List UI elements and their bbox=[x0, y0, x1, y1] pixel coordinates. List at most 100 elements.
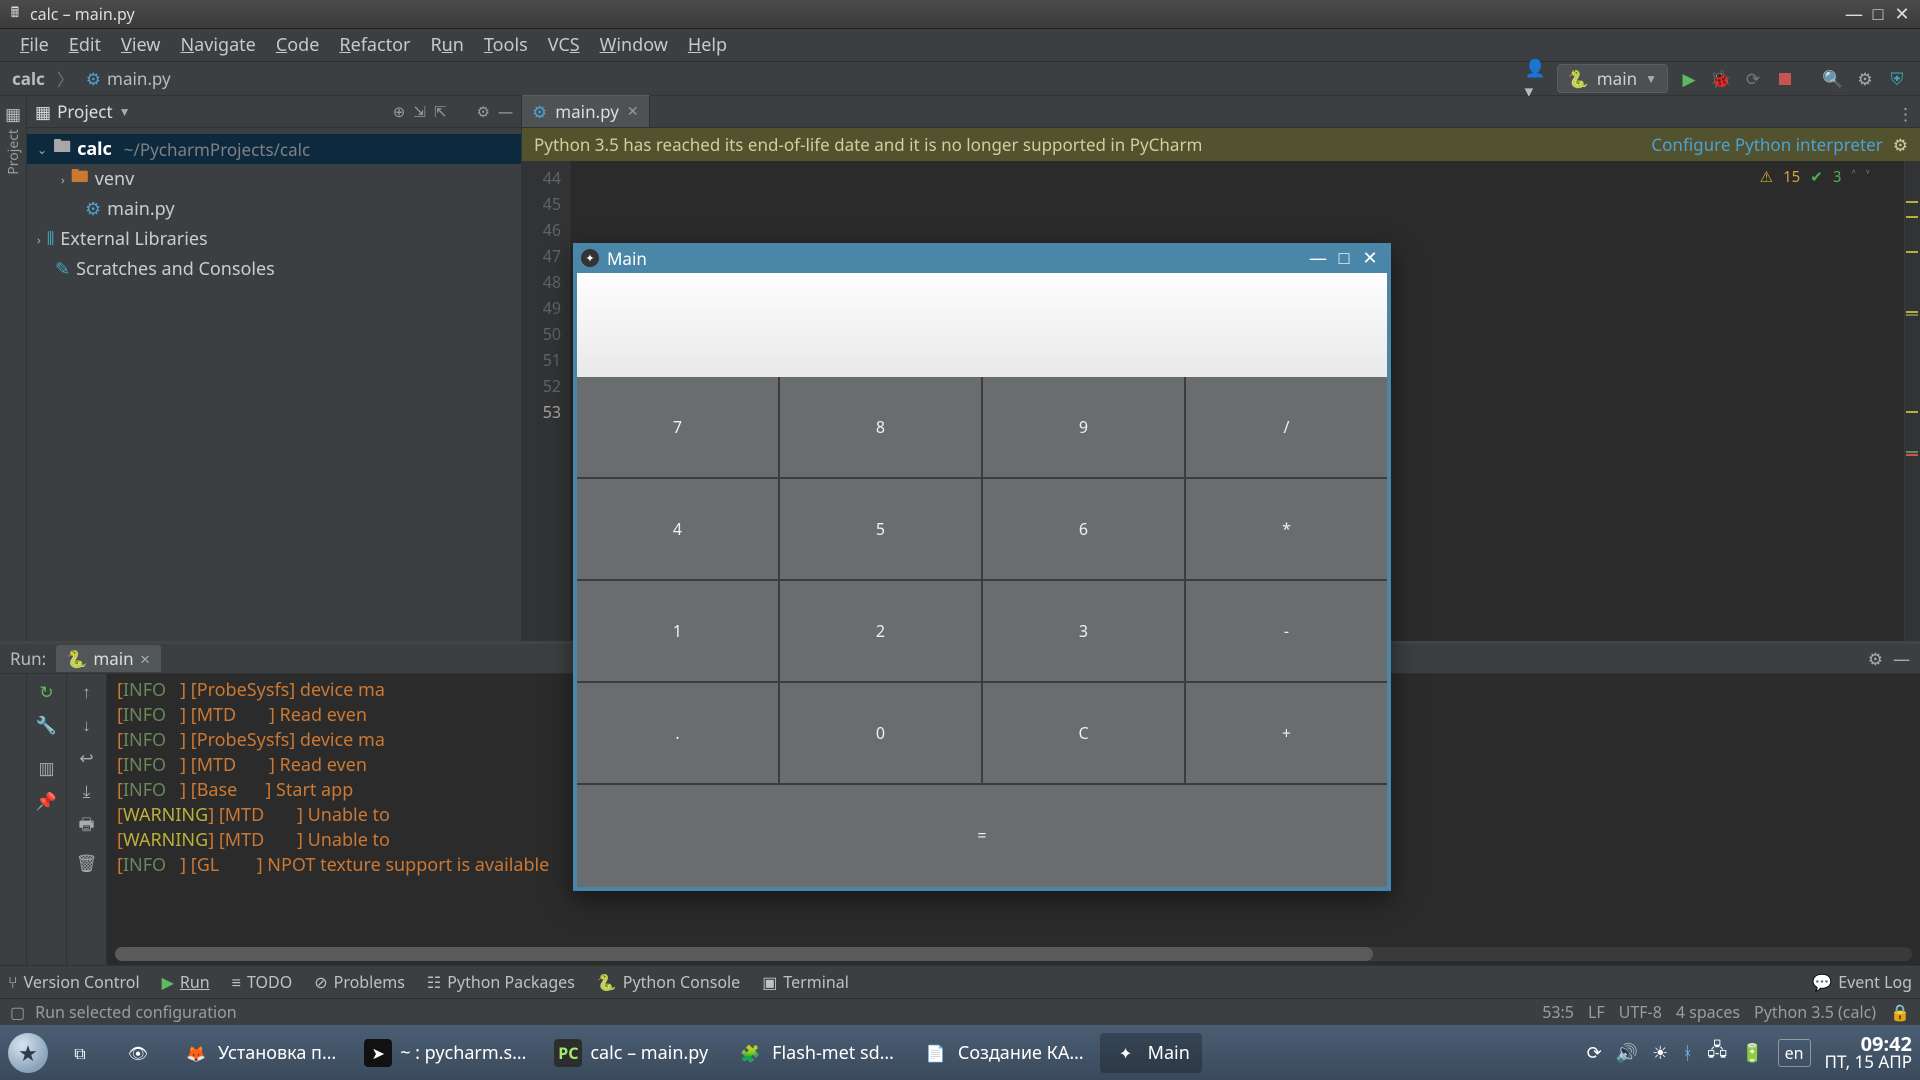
menu-help[interactable]: Help bbox=[678, 33, 737, 57]
print-icon[interactable]: 🖶 bbox=[78, 812, 94, 841]
taskbar-item[interactable]: ➤~ : pycharm.s… bbox=[352, 1033, 538, 1073]
more-tabs-icon[interactable]: ⋮ bbox=[1897, 102, 1914, 125]
calc-key--[interactable]: - bbox=[1186, 581, 1387, 681]
tool-event-log[interactable]: 💬Event Log bbox=[1812, 971, 1912, 993]
stop-button[interactable] bbox=[1774, 68, 1796, 90]
calc-key-3[interactable]: 3 bbox=[983, 581, 1184, 681]
indent-settings[interactable]: 4 spaces bbox=[1676, 1001, 1740, 1023]
close-tab-icon[interactable]: ✕ bbox=[627, 102, 639, 121]
gear-icon[interactable]: ⚙ bbox=[1893, 133, 1908, 156]
project-toolwindow-icon[interactable]: ▦ bbox=[5, 102, 21, 125]
minimize-button[interactable]: — bbox=[1842, 2, 1866, 26]
pin-icon[interactable]: 📌 bbox=[36, 789, 57, 812]
soft-wrap-icon[interactable]: ↩ bbox=[79, 746, 93, 769]
tree-venv[interactable]: › 🖿 venv bbox=[27, 164, 521, 194]
project-view-title[interactable]: Project bbox=[57, 100, 113, 123]
lock-icon[interactable]: 🔒 bbox=[1890, 1001, 1910, 1023]
calc-key-/[interactable]: / bbox=[1186, 377, 1387, 477]
tool-python-packages[interactable]: ☷Python Packages bbox=[427, 971, 575, 993]
calc-key-0[interactable]: 0 bbox=[780, 683, 981, 783]
tree-file-main[interactable]: ⚙ main.py bbox=[27, 194, 521, 224]
battery-icon[interactable]: 🔋 bbox=[1741, 1041, 1763, 1065]
taskbar-clock[interactable]: 09:42 ПТ, 15 АПР bbox=[1825, 1035, 1913, 1071]
chevron-up-icon[interactable]: ˄ bbox=[1851, 167, 1855, 187]
collapse-icon[interactable]: ⇱ bbox=[434, 102, 447, 122]
minimize-button[interactable]: — bbox=[1305, 246, 1331, 270]
horizontal-scrollbar[interactable] bbox=[115, 947, 1912, 961]
project-toolwindow-label[interactable]: Project bbox=[4, 129, 23, 175]
interpreter-status[interactable]: Python 3.5 (calc) bbox=[1754, 1001, 1876, 1023]
down-icon[interactable]: ↓ bbox=[82, 713, 91, 736]
close-button[interactable]: ✕ bbox=[1890, 2, 1914, 26]
clear-icon[interactable]: 🗑 bbox=[76, 851, 98, 874]
calc-key-2[interactable]: 2 bbox=[780, 581, 981, 681]
menu-tools[interactable]: Tools bbox=[474, 33, 538, 57]
wrench-icon[interactable]: 🔧 bbox=[36, 713, 57, 736]
tree-scratches[interactable]: ✎ Scratches and Consoles bbox=[27, 254, 521, 284]
add-user-icon[interactable]: 👤▾ bbox=[1525, 68, 1547, 90]
breadcrumb[interactable]: calc 〉 ⚙ main.py bbox=[12, 66, 171, 91]
calc-key-9[interactable]: 9 bbox=[983, 377, 1184, 477]
ide-settings-icon[interactable]: ⚙ bbox=[1854, 68, 1876, 90]
menu-view[interactable]: View bbox=[111, 33, 170, 57]
expand-icon[interactable]: ⇲ bbox=[413, 102, 426, 122]
menu-refactor[interactable]: Refactor bbox=[329, 33, 420, 57]
rerun-icon[interactable]: ↻ bbox=[39, 680, 53, 703]
shield-icon[interactable]: ⛨ bbox=[1886, 68, 1908, 90]
calc-key-C[interactable]: C bbox=[983, 683, 1184, 783]
calc-key-1[interactable]: 1 bbox=[577, 581, 778, 681]
calc-display[interactable] bbox=[577, 273, 1387, 377]
calc-key-*[interactable]: * bbox=[1186, 479, 1387, 579]
locate-icon[interactable]: ⊕ bbox=[393, 102, 406, 122]
file-encoding[interactable]: UTF-8 bbox=[1619, 1001, 1662, 1023]
taskbar-item[interactable]: ✦Main bbox=[1100, 1033, 1202, 1073]
hide-toolwindow-icon[interactable]: — bbox=[1893, 647, 1910, 670]
calc-key-6[interactable]: 6 bbox=[983, 479, 1184, 579]
toolwindow-quick-access-icon[interactable]: ▢ bbox=[10, 1001, 25, 1023]
line-separator[interactable]: LF bbox=[1588, 1001, 1605, 1023]
calc-key-.[interactable]: . bbox=[577, 683, 778, 783]
calc-key-7[interactable]: 7 bbox=[577, 377, 778, 477]
chevron-down-icon[interactable]: ▼ bbox=[119, 103, 131, 120]
calc-key-equals[interactable]: = bbox=[577, 785, 1387, 885]
inspection-widgets[interactable]: ⚠ 15 ✔ 3 ˄ ˅ bbox=[1760, 167, 1870, 187]
tree-root[interactable]: ⌄ 🖿 calc ~/PycharmProjects/calc bbox=[27, 134, 521, 164]
taskbar-item[interactable]: 📄Создание КА… bbox=[910, 1033, 1096, 1073]
taskbar-workspaces[interactable]: ⧉ bbox=[54, 1033, 106, 1073]
brightness-icon[interactable]: ☀ bbox=[1652, 1041, 1668, 1065]
run-coverage-button[interactable]: ⟳ bbox=[1742, 68, 1764, 90]
menu-run[interactable]: Run bbox=[420, 33, 473, 57]
search-everywhere-icon[interactable]: 🔍 bbox=[1822, 68, 1844, 90]
calc-key-+[interactable]: + bbox=[1186, 683, 1387, 783]
taskbar-show-desktop[interactable]: 👁 bbox=[112, 1033, 164, 1073]
run-tab[interactable]: 🐍 main ✕ bbox=[56, 645, 160, 672]
calc-titlebar[interactable]: ✦ Main — □ ✕ bbox=[573, 243, 1391, 273]
run-config-selector[interactable]: 🐍 main ▼ bbox=[1557, 64, 1668, 93]
taskbar-item[interactable]: PCcalc – main.py bbox=[542, 1033, 720, 1073]
gear-icon[interactable]: ⚙ bbox=[1868, 647, 1883, 670]
tool-python-console[interactable]: 🐍Python Console bbox=[597, 971, 740, 993]
menu-file[interactable]: File bbox=[10, 33, 59, 57]
start-menu-button[interactable]: ★ bbox=[8, 1033, 48, 1073]
gear-icon[interactable]: ⚙ bbox=[477, 102, 490, 122]
tool-version-control[interactable]: ⑂Version Control bbox=[8, 971, 140, 993]
calc-key-4[interactable]: 4 bbox=[577, 479, 778, 579]
calc-key-5[interactable]: 5 bbox=[780, 479, 981, 579]
menu-code[interactable]: Code bbox=[266, 33, 330, 57]
taskbar-item[interactable]: 🦊Установка п… bbox=[170, 1033, 348, 1073]
caret-position[interactable]: 53:5 bbox=[1542, 1001, 1574, 1023]
layout-icon[interactable]: ▥ bbox=[38, 756, 54, 779]
close-button[interactable]: ✕ bbox=[1357, 246, 1383, 270]
chevron-down-icon[interactable]: ˅ bbox=[1866, 167, 1870, 187]
editor-tab[interactable]: ⚙ main.py ✕ bbox=[522, 95, 650, 127]
volume-icon[interactable]: 🔊 bbox=[1616, 1041, 1638, 1065]
menu-edit[interactable]: Edit bbox=[59, 33, 111, 57]
project-tree[interactable]: ⌄ 🖿 calc ~/PycharmProjects/calc › 🖿 venv… bbox=[27, 128, 521, 290]
up-icon[interactable]: ↑ bbox=[82, 680, 91, 703]
bluetooth-icon[interactable]: ᚼ bbox=[1682, 1041, 1693, 1065]
run-button[interactable]: ▶ bbox=[1678, 68, 1700, 90]
maximize-button[interactable]: □ bbox=[1866, 2, 1890, 26]
tool-terminal[interactable]: ▣Terminal bbox=[762, 971, 849, 993]
tool-problems[interactable]: ⊘Problems bbox=[314, 971, 405, 993]
updates-icon[interactable]: ⟳ bbox=[1587, 1041, 1602, 1065]
